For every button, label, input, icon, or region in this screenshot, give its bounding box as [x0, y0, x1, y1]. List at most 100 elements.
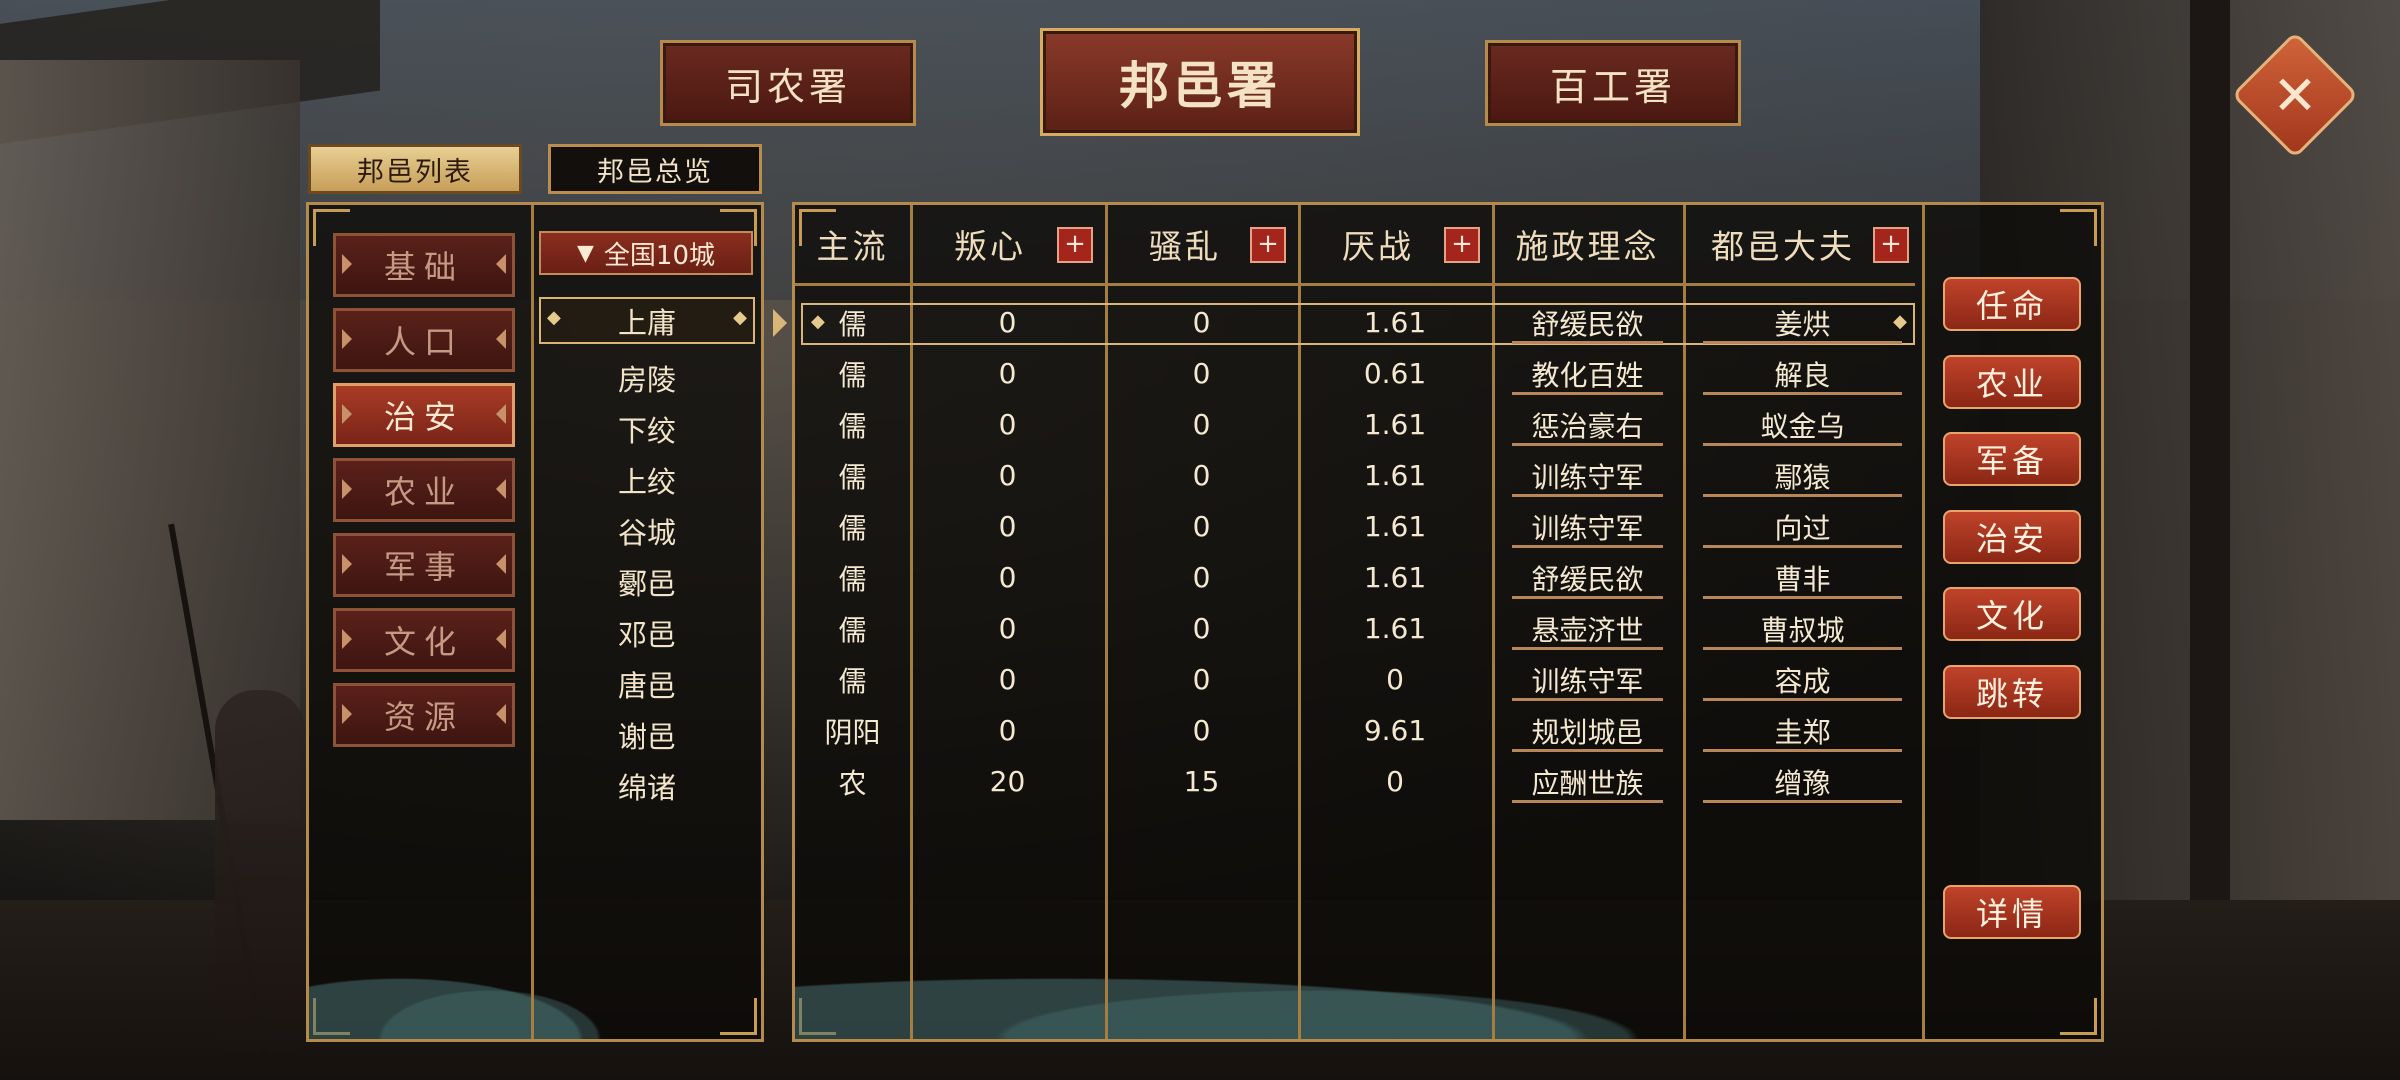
- city-item[interactable]: 上绞: [539, 454, 755, 505]
- city-item[interactable]: 唐邑: [539, 658, 755, 709]
- cell-rebel: 0: [998, 408, 1017, 441]
- divider: [531, 205, 534, 1039]
- cell-governor[interactable]: 蚁金乌: [1683, 399, 1922, 450]
- cell-school: 儒: [838, 664, 867, 698]
- cell-school: 儒: [838, 613, 867, 647]
- cell-war-weariness: 0.61: [1363, 357, 1427, 390]
- city-item[interactable]: 绵诸: [539, 760, 755, 811]
- column-header-governor: 都邑大夫: [1711, 227, 1855, 266]
- cell-governor[interactable]: 容成: [1683, 654, 1922, 705]
- cell-school: 儒: [838, 409, 867, 443]
- add-governor-button[interactable]: +: [1873, 227, 1909, 263]
- mountain-decoration: [309, 919, 761, 1039]
- city-item[interactable]: 邓邑: [539, 607, 755, 658]
- cell-war-weariness: 1.61: [1363, 612, 1427, 645]
- cell-school: 阴阳: [824, 715, 881, 749]
- column-header-rebel: 叛心: [954, 227, 1026, 266]
- filter-label: 全国10城: [603, 240, 715, 271]
- column-header-war-weariness: 厌战: [1342, 227, 1414, 266]
- cell-governor[interactable]: 向过: [1683, 501, 1922, 552]
- corner-ornament: [2060, 209, 2097, 246]
- cell-governor[interactable]: 姜烘: [1683, 297, 1922, 348]
- cell-riot: 0: [1192, 612, 1211, 645]
- cell-riot: 0: [1192, 357, 1211, 390]
- cell-rebel: 20: [989, 765, 1026, 798]
- category-security-button[interactable]: 治安: [333, 383, 515, 447]
- selected-row-arrow-icon: [773, 309, 787, 337]
- tab-baigongshu[interactable]: 百工署: [1485, 40, 1741, 126]
- armament-action-button[interactable]: 军备: [1943, 432, 2081, 486]
- subtab-city-overview[interactable]: 邦邑总览: [548, 144, 762, 194]
- culture-action-button[interactable]: 文化: [1943, 587, 2081, 641]
- table-row[interactable]: 儒 0 0 1.61 舒缓民欲 姜烘: [795, 297, 1915, 348]
- cell-policy: 教化百姓: [1492, 348, 1683, 399]
- cell-policy: 训练守军: [1492, 450, 1683, 501]
- cell-war-weariness: 9.61: [1363, 714, 1427, 747]
- cell-rebel: 0: [998, 663, 1017, 696]
- cell-governor[interactable]: 鄢猿: [1683, 450, 1922, 501]
- security-action-button[interactable]: 治安: [1943, 510, 2081, 564]
- cell-policy: 悬壶济世: [1492, 603, 1683, 654]
- agriculture-action-button[interactable]: 农业: [1943, 355, 2081, 409]
- cell-war-weariness: 1.61: [1363, 459, 1427, 492]
- table-row[interactable]: 阴阳 0 0 9.61 规划城邑 圭郑: [795, 705, 1915, 756]
- table-row[interactable]: 儒 0 0 0 训练守军 容成: [795, 654, 1915, 705]
- city-item[interactable]: 谷城: [539, 505, 755, 556]
- tab-sinongshu[interactable]: 司农署: [660, 40, 916, 126]
- cell-policy: 舒缓民欲: [1492, 552, 1683, 603]
- add-rebel-button[interactable]: +: [1057, 227, 1093, 263]
- cell-policy: 舒缓民欲: [1492, 297, 1683, 348]
- cell-school: 农: [838, 766, 867, 800]
- city-item[interactable]: 谢邑: [539, 709, 755, 760]
- category-culture-button[interactable]: 文化: [333, 608, 515, 672]
- jump-button[interactable]: 跳转: [1943, 665, 2081, 719]
- city-item[interactable]: 上庸: [539, 297, 755, 344]
- cell-school: 儒: [838, 307, 867, 341]
- category-resources-button[interactable]: 资源: [333, 683, 515, 747]
- category-basic-button[interactable]: 基础: [333, 233, 515, 297]
- table-row[interactable]: 农 20 15 0 应酬世族 缯豫: [795, 756, 1915, 807]
- cell-governor[interactable]: 圭郑: [1683, 705, 1922, 756]
- cell-war-weariness: 1.61: [1363, 510, 1427, 543]
- city-item[interactable]: 鄾邑: [539, 556, 755, 607]
- cell-policy: 训练守军: [1492, 501, 1683, 552]
- cell-rebel: 0: [998, 459, 1017, 492]
- table-row[interactable]: 儒 0 0 1.61 悬壶济世 曹叔城: [795, 603, 1915, 654]
- details-button[interactable]: 详情: [1943, 885, 2081, 939]
- add-riot-button[interactable]: +: [1250, 227, 1286, 263]
- table-row[interactable]: 儒 0 0 1.61 训练守军 鄢猿: [795, 450, 1915, 501]
- cell-rebel: 0: [998, 561, 1017, 594]
- cell-rebel: 0: [998, 714, 1017, 747]
- cell-rebel: 0: [998, 357, 1017, 390]
- table-row[interactable]: 儒 0 0 1.61 训练守军 向过: [795, 501, 1915, 552]
- cell-governor[interactable]: 曹非: [1683, 552, 1922, 603]
- cell-war-weariness: 0: [1386, 663, 1404, 696]
- soldier-figure: [215, 690, 305, 1050]
- table-header: 主流 叛心 + 骚乱 + 厌战 + 施政理念 都邑大夫 +: [795, 205, 1915, 286]
- city-filter-dropdown[interactable]: ▼ 全国10城: [539, 231, 753, 275]
- category-military-button[interactable]: 军事: [333, 533, 515, 597]
- column-header-policy: 施政理念: [1515, 227, 1660, 266]
- city-item[interactable]: 下绞: [539, 403, 755, 454]
- table-row[interactable]: 儒 0 0 1.61 惩治豪右 蚁金乌: [795, 399, 1915, 450]
- appoint-button[interactable]: 任命: [1943, 277, 2081, 331]
- category-population-button[interactable]: 人口: [333, 308, 515, 372]
- add-war-weariness-button[interactable]: +: [1444, 227, 1480, 263]
- cell-riot: 0: [1192, 306, 1211, 339]
- cell-governor[interactable]: 曹叔城: [1683, 603, 1922, 654]
- subtab-city-list[interactable]: 邦邑列表: [308, 144, 522, 194]
- table-row[interactable]: 儒 0 0 1.61 舒缓民欲 曹非: [795, 552, 1915, 603]
- left-panel: 基础 人口 治安 农业 军事 文化 资源 ▼ 全国10城 上庸 房陵 下绞 上绞…: [306, 202, 764, 1042]
- cell-policy: 惩治豪右: [1492, 399, 1683, 450]
- city-item[interactable]: 房陵: [539, 352, 755, 403]
- cell-governor[interactable]: 缯豫: [1683, 756, 1922, 807]
- cell-governor[interactable]: 解良: [1683, 348, 1922, 399]
- divider: [1922, 205, 1925, 1039]
- table-row[interactable]: 儒 0 0 0.61 教化百姓 解良: [795, 348, 1915, 399]
- tab-bangyishu[interactable]: 邦邑署: [1040, 28, 1360, 136]
- cell-riot: 0: [1192, 510, 1211, 543]
- city-list: 上庸 房陵 下绞 上绞 谷城 鄾邑 邓邑 唐邑 谢邑 绵诸: [539, 297, 755, 811]
- triangle-down-icon: ▼: [576, 240, 594, 266]
- cell-school: 儒: [838, 358, 867, 392]
- category-agriculture-button[interactable]: 农业: [333, 458, 515, 522]
